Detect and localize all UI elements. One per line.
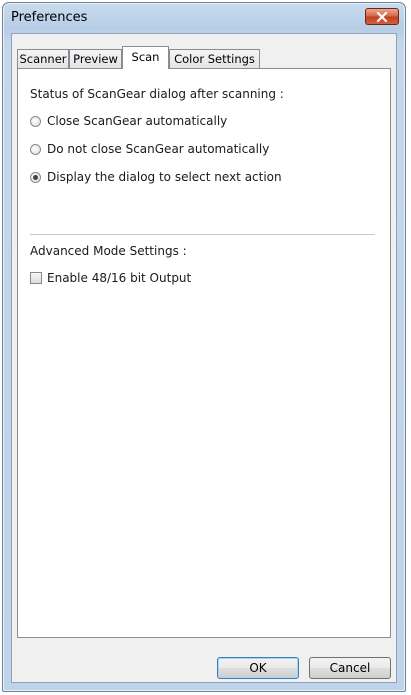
tab-strip: Scanner Preview Scan Color Settings	[12, 46, 396, 69]
window-title: Preferences	[11, 10, 88, 25]
ok-button[interactable]: OK	[217, 657, 299, 679]
radio-do-not-close[interactable]: Do not close ScanGear automatically	[30, 141, 269, 157]
enable-48-16-bit-checkbox[interactable]	[30, 272, 42, 284]
close-button[interactable]	[365, 8, 399, 25]
tab-scan-label: Scan	[131, 50, 160, 64]
tab-color-settings[interactable]: Color Settings	[169, 49, 260, 68]
tab-scan[interactable]: Scan	[122, 46, 169, 69]
tab-color-settings-label: Color Settings	[174, 52, 255, 66]
radio-dot	[33, 174, 38, 180]
preferences-dialog: Preferences Scanner Preview Scan Color S…	[2, 2, 406, 692]
title-bar[interactable]: Preferences	[3, 3, 405, 33]
scan-tab-panel: Status of ScanGear dialog after scanning…	[17, 68, 391, 638]
radio-label: Display the dialog to select next action	[47, 170, 282, 184]
radio-close-automatically[interactable]: Close ScanGear automatically	[30, 113, 227, 129]
advanced-heading: Advanced Mode Settings :	[30, 244, 187, 258]
radio-button[interactable]	[30, 115, 41, 127]
radio-button-selected[interactable]	[30, 171, 41, 183]
tab-preview-label: Preview	[73, 52, 118, 66]
radio-label: Close ScanGear automatically	[47, 114, 228, 128]
tab-preview[interactable]: Preview	[69, 49, 122, 68]
radio-button[interactable]	[30, 143, 41, 155]
enable-48-16-bit-option[interactable]: Enable 48/16 bit Output	[30, 270, 191, 286]
tab-scanner-label: Scanner	[19, 52, 67, 66]
dialog-client-area: Scanner Preview Scan Color Settings Stat…	[11, 33, 397, 683]
tab-scanner[interactable]: Scanner	[17, 49, 69, 68]
checkbox-label: Enable 48/16 bit Output	[47, 271, 192, 285]
cancel-button[interactable]: Cancel	[309, 657, 391, 679]
close-icon	[376, 11, 388, 22]
radio-display-dialog[interactable]: Display the dialog to select next action	[30, 169, 282, 185]
status-heading: Status of ScanGear dialog after scanning…	[30, 87, 284, 101]
separator	[30, 234, 375, 236]
radio-label: Do not close ScanGear automatically	[47, 142, 270, 156]
